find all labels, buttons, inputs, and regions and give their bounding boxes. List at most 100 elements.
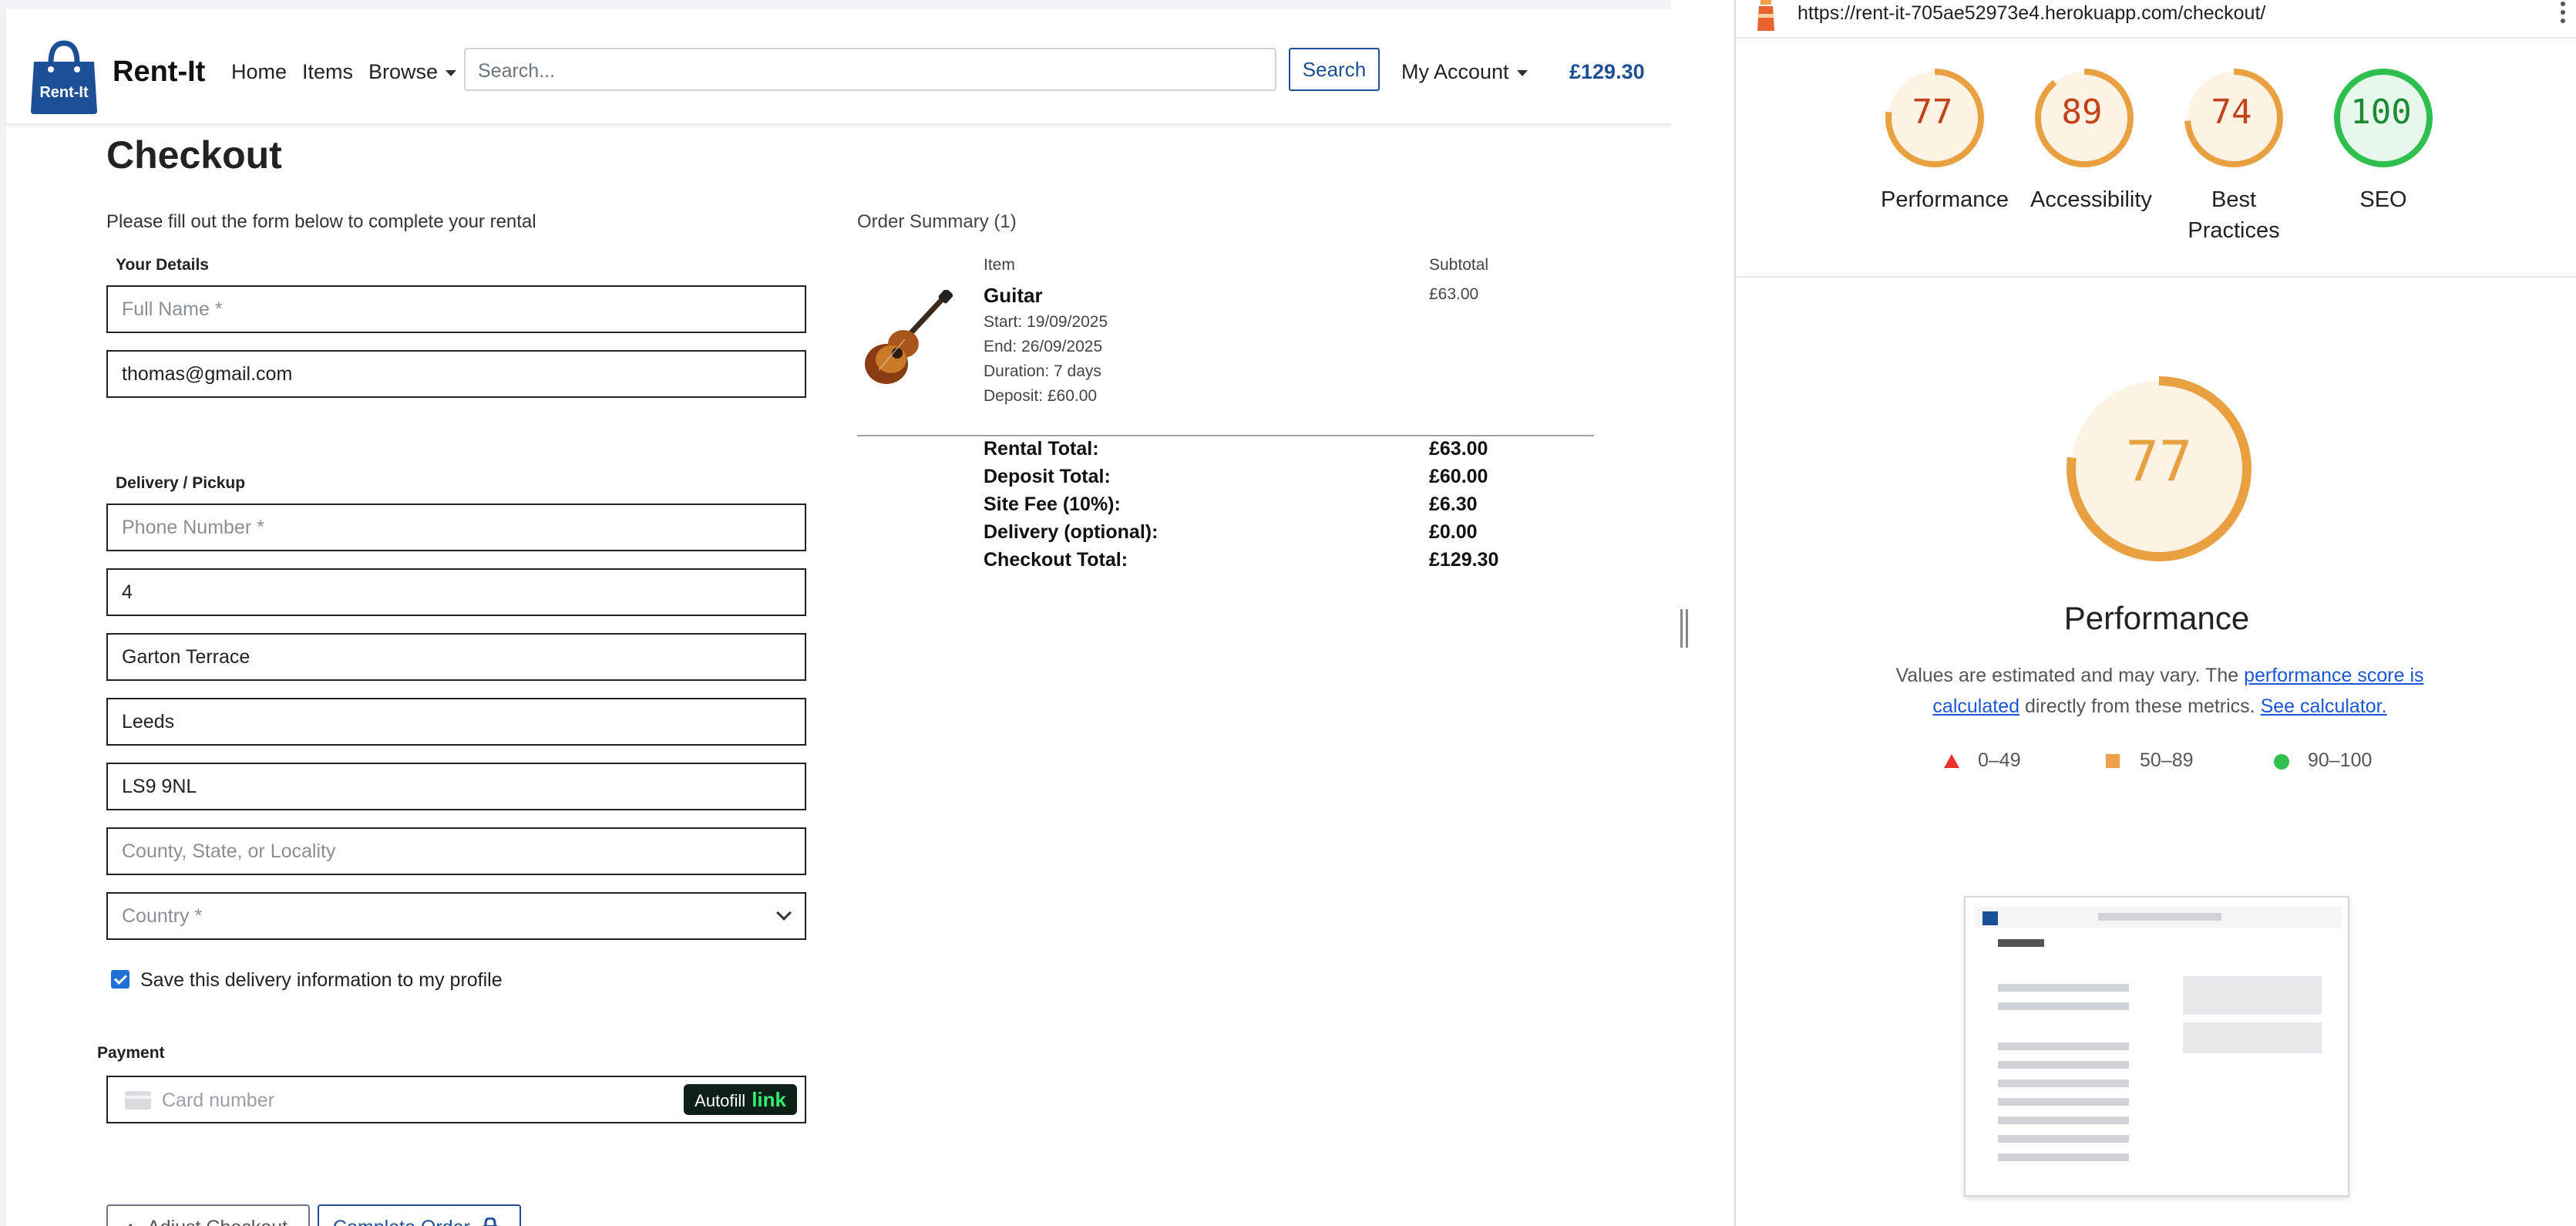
- shopping-bag-logo-icon[interactable]: Rent-It: [28, 39, 100, 116]
- legend-average: 50–89: [2106, 749, 2194, 772]
- payment-label: Payment: [97, 1044, 165, 1062]
- desc-prefix: Values are estimated and may vary. The: [1895, 665, 2245, 686]
- rental-end: End: 26/09/2025: [984, 338, 1103, 355]
- site-fee-value: £6.30: [1429, 493, 1478, 515]
- rental-total-value: £63.00: [1429, 438, 1488, 460]
- nav-browse-dropdown[interactable]: Browse: [368, 60, 457, 84]
- score-best-practices: 74: [2211, 93, 2252, 132]
- my-account-dropdown[interactable]: My Account: [1401, 60, 1528, 84]
- card-number-field[interactable]: Card number Autofill link: [106, 1076, 806, 1123]
- brand-name[interactable]: Rent-It: [113, 56, 205, 89]
- complete-order-label: Complete Order: [333, 1217, 470, 1226]
- gauge-accessibility[interactable]: 89 Accessibility: [2030, 66, 2152, 215]
- guitar-image: [865, 290, 953, 384]
- complete-order-button[interactable]: Complete Order: [318, 1204, 521, 1226]
- gauge-performance[interactable]: 77 Performance: [1881, 66, 2009, 215]
- order-summary-title: Order Summary (1): [857, 211, 1017, 232]
- red-triangle-icon: [1944, 754, 1959, 768]
- page-screenshot-thumbnail[interactable]: [1964, 896, 2349, 1197]
- lighthouse-icon: [1757, 0, 1774, 31]
- performance-description: Values are estimated and may vary. The p…: [1867, 660, 2453, 722]
- performance-main-score: 77: [2125, 429, 2193, 493]
- panel-divider: [1736, 276, 2576, 278]
- rental-duration: Duration: 7 days: [984, 362, 1101, 380]
- legend-pass-label: 90–100: [2308, 749, 2373, 771]
- score-accessibility: 89: [2061, 93, 2103, 132]
- checkout-total-value: £129.30: [1429, 549, 1499, 571]
- country-select[interactable]: Country *: [106, 892, 806, 940]
- browser-page: Rent-It Rent-It Home Items Browse Search…: [0, 0, 1671, 1226]
- my-account-label: My Account: [1401, 60, 1509, 83]
- street-field[interactable]: Garton Terrace: [106, 633, 806, 681]
- rental-deposit: Deposit: £60.00: [984, 387, 1098, 405]
- performance-heading: Performance: [2063, 600, 2250, 636]
- see-calculator-link[interactable]: See calculator.: [2261, 696, 2387, 717]
- your-details-label: Your Details: [116, 256, 209, 274]
- card-number-placeholder: Card number: [162, 1090, 274, 1111]
- green-circle-icon: [2274, 754, 2289, 770]
- county-field[interactable]: County, State, or Locality: [106, 827, 806, 875]
- checkout-total-label: Checkout Total:: [984, 549, 1128, 571]
- summary-divider: [857, 435, 1594, 436]
- country-select-value: Country *: [122, 905, 203, 927]
- delivery-label: Delivery (optional):: [984, 521, 1159, 543]
- phone-field[interactable]: Phone Number *: [106, 504, 806, 551]
- desc-middle: directly from these metrics.: [2019, 696, 2261, 717]
- legend-pass: 90–100: [2274, 749, 2372, 772]
- score-performance: 77: [1912, 93, 1953, 132]
- nav-browse-label: Browse: [368, 60, 439, 83]
- link-brand-text: link: [752, 1088, 786, 1111]
- thumbnail-content: [1975, 907, 2342, 1192]
- rental-start: Start: 19/09/2025: [984, 313, 1108, 331]
- address-number-field[interactable]: 4: [106, 568, 806, 616]
- chevron-down-icon: [1516, 69, 1528, 76]
- search-input[interactable]: Search...: [464, 48, 1276, 91]
- email-field[interactable]: thomas@gmail.com: [106, 350, 806, 398]
- save-delivery-label[interactable]: Save this delivery information to my pro…: [140, 969, 503, 992]
- adjust-checkout-button[interactable]: Adjust Checkout: [106, 1204, 310, 1226]
- site-fee-label: Site Fee (10%):: [984, 493, 1121, 515]
- label-performance: Performance: [1881, 187, 2009, 212]
- nav-home[interactable]: Home: [231, 60, 287, 84]
- adjust-checkout-label: Adjust Checkout: [147, 1217, 288, 1226]
- orange-square-icon: [2106, 754, 2120, 768]
- deposit-total-value: £60.00: [1429, 466, 1488, 487]
- lock-icon: [483, 1217, 498, 1226]
- label-best-practices: Best Practices: [2188, 187, 2280, 243]
- navbar: Rent-It Rent-It Home Items Browse Search…: [6, 9, 1671, 125]
- panel-resize-handle[interactable]: [1680, 609, 1690, 648]
- chevron-down-icon: [776, 905, 792, 921]
- postcode-field[interactable]: LS9 9NL: [106, 763, 806, 810]
- gauge-best-practices[interactable]: 74 Best Practices: [2180, 66, 2288, 246]
- item-column-header: Item: [984, 256, 1015, 274]
- subtotal-column-header: Subtotal: [1429, 256, 1489, 274]
- delivery-pickup-label: Delivery / Pickup: [116, 474, 246, 492]
- search-button[interactable]: Search: [1289, 48, 1380, 91]
- legend-fail: 0–49: [1944, 749, 2021, 772]
- chevron-down-icon: [446, 69, 457, 76]
- item-subtotal: £63.00: [1429, 285, 1479, 303]
- more-options-icon[interactable]: [2561, 2, 2565, 27]
- lighthouse-panel: https://rent-it-705ae52973e4.herokuapp.c…: [1734, 0, 2576, 1226]
- checkout-intro: Please fill out the form below to comple…: [106, 211, 536, 232]
- rental-total-label: Rental Total:: [984, 438, 1099, 460]
- autofill-link-button[interactable]: Autofill link: [684, 1084, 797, 1115]
- score-seo: 100: [2350, 93, 2412, 132]
- label-seo: SEO: [2359, 187, 2407, 212]
- page-title: Checkout: [106, 133, 282, 177]
- gauge-seo[interactable]: 100 SEO: [2329, 66, 2437, 215]
- full-name-field[interactable]: Full Name *: [106, 285, 806, 333]
- report-url[interactable]: https://rent-it-705ae52973e4.herokuapp.c…: [1797, 2, 2265, 25]
- lighthouse-url-bar: https://rent-it-705ae52973e4.herokuapp.c…: [1736, 0, 2576, 39]
- credit-card-icon: [125, 1091, 151, 1110]
- save-delivery-checkbox[interactable]: [111, 970, 129, 989]
- cart-total[interactable]: £129.30: [1569, 60, 1645, 84]
- deposit-total-label: Deposit Total:: [984, 466, 1111, 487]
- autofill-text: Autofill: [694, 1091, 746, 1110]
- delivery-value: £0.00: [1429, 521, 1478, 543]
- page-content: Rent-It Rent-It Home Items Browse Search…: [6, 9, 1671, 1226]
- logo-text: Rent-It: [39, 84, 89, 101]
- city-field[interactable]: Leeds: [106, 698, 806, 746]
- legend-fail-label: 0–49: [1978, 749, 2021, 771]
- nav-items[interactable]: Items: [302, 60, 353, 84]
